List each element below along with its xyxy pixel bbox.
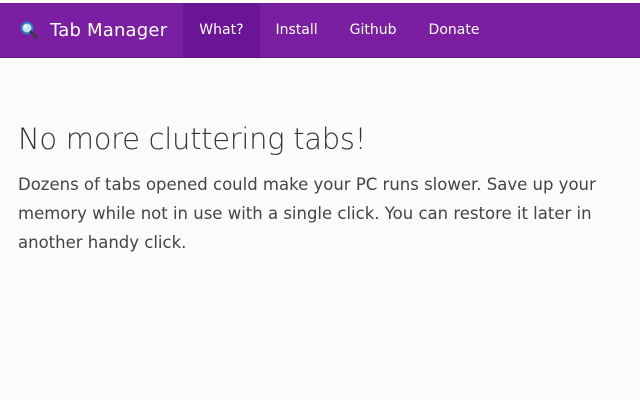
nav-item-github[interactable]: Github: [334, 3, 413, 57]
navbar: Tab Manager What? Install Github Donate: [0, 3, 640, 58]
nav-item-donate[interactable]: Donate: [413, 3, 496, 57]
brand-title: Tab Manager: [50, 19, 168, 41]
magnifier-icon: [18, 19, 40, 41]
nav-links: What? Install Github Donate: [183, 3, 495, 57]
nav-item-install[interactable]: Install: [260, 3, 334, 57]
page-description: Dozens of tabs opened could make your PC…: [18, 175, 596, 252]
main-content: No more cluttering tabs! Dozens of tabs …: [0, 58, 640, 257]
nav-item-what[interactable]: What?: [183, 3, 260, 57]
brand-link[interactable]: Tab Manager: [0, 3, 183, 57]
page-headline: No more cluttering tabs!: [18, 122, 367, 156]
